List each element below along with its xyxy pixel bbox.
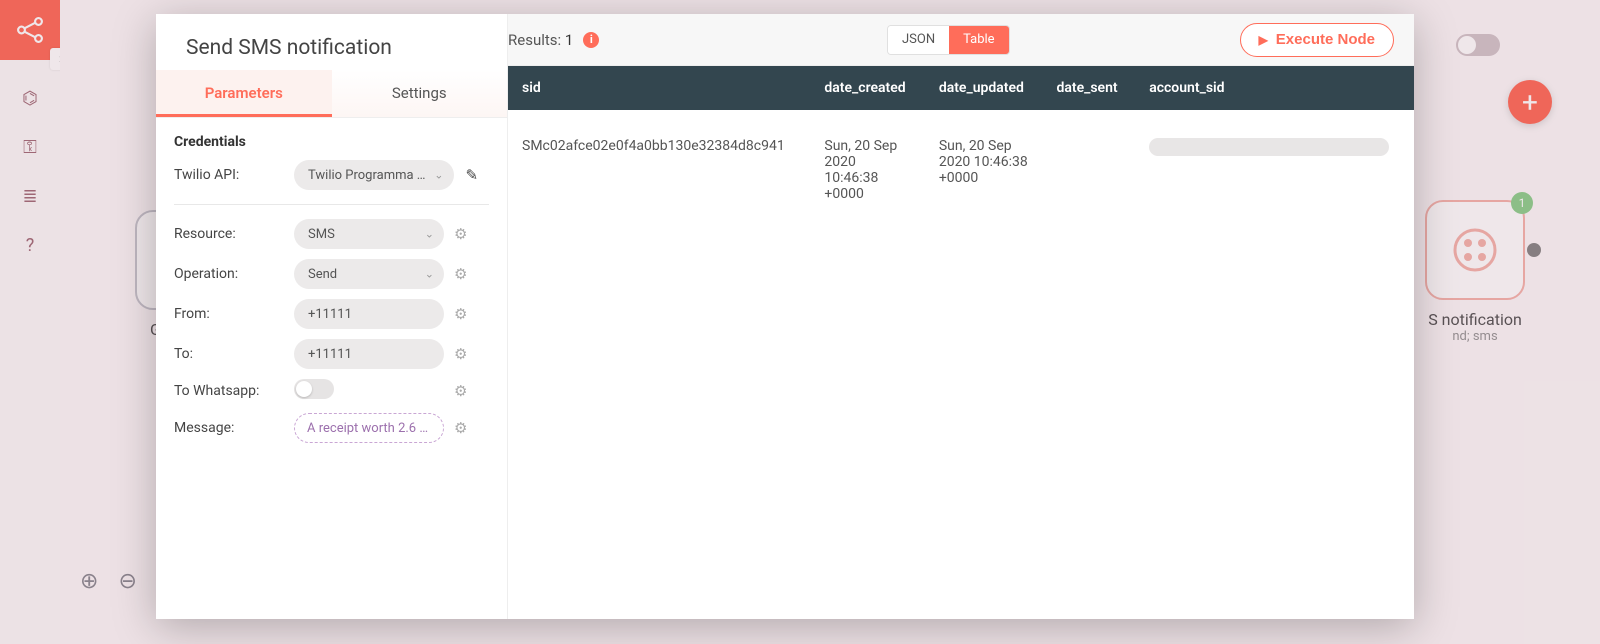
sidebar-help-icon[interactable]: ? — [26, 235, 35, 256]
th-date-created: date_created — [810, 66, 924, 110]
th-account-sid: account_sid — [1135, 66, 1414, 110]
play-icon: ▶ — [1259, 33, 1268, 47]
execute-label: Execute Node — [1276, 31, 1375, 48]
node-success-badge: 1 — [1511, 192, 1533, 214]
from-value: +11111 — [308, 307, 352, 322]
towhatsapp-toggle[interactable] — [294, 379, 334, 399]
results-info-icon[interactable]: i — [583, 32, 599, 48]
results-count: 1 — [565, 31, 573, 49]
zoom-in-icon[interactable]: ⊕ — [80, 569, 98, 594]
th-date-sent: date_sent — [1042, 66, 1135, 110]
param-to-row: To: +11111 ⚙ — [174, 339, 489, 369]
parameters-panel: Credentials Twilio API: Twilio Programma… — [156, 118, 507, 453]
message-expression-input[interactable]: A receipt worth 2.6 … — [294, 413, 444, 443]
param-resource-row: Resource: SMS ⌄ ⚙ — [174, 219, 489, 249]
modal-right-panel: Results: 1 i JSON Table ▶ Execute Node s… — [508, 14, 1414, 619]
operation-select[interactable]: Send ⌄ — [294, 259, 444, 289]
chevron-down-icon: ⌄ — [434, 169, 443, 182]
resource-select[interactable]: SMS ⌄ — [294, 219, 444, 249]
edit-credential-icon[interactable]: ✎ — [466, 166, 479, 184]
param-label: To Whatsapp: — [174, 383, 294, 399]
tab-parameters[interactable]: Parameters — [156, 70, 332, 117]
th-date-updated: date_updated — [925, 66, 1043, 110]
table-row: SMc02afce02e0f4a0bb130e32384d8c941 Sun, … — [508, 110, 1414, 230]
modal-title: Send SMS notification — [156, 14, 507, 70]
param-message-row: Message: A receipt worth 2.6 … ⚙ — [174, 413, 489, 443]
to-value: +11111 — [308, 347, 352, 362]
node-editor-modal: ✕ Send SMS notification Parameters Setti… — [156, 14, 1414, 619]
cell-account-sid — [1135, 110, 1414, 230]
view-switch: JSON Table — [887, 25, 1010, 55]
credential-row: Twilio API: Twilio Programma … ⌄ ✎ — [174, 160, 489, 190]
from-input[interactable]: +11111 — [294, 299, 444, 329]
divider — [174, 204, 489, 205]
results-label-text: Results: — [508, 31, 561, 49]
to-input[interactable]: +11111 — [294, 339, 444, 369]
results-table: sid date_created date_updated date_sent … — [508, 66, 1414, 230]
param-from-row: From: +11111 ⚙ — [174, 299, 489, 329]
cell-date-created: Sun, 20 Sep 2020 10:46:38 +0000 — [810, 110, 924, 230]
credential-select[interactable]: Twilio Programma … ⌄ — [294, 160, 454, 190]
param-options-icon[interactable]: ⚙ — [454, 225, 467, 243]
app-logo: › — [0, 0, 60, 60]
operation-value: Send — [308, 267, 337, 282]
add-node-button[interactable]: + — [1508, 80, 1552, 124]
param-label: Message: — [174, 420, 294, 436]
credential-value: Twilio Programma … — [308, 168, 426, 183]
view-json-button[interactable]: JSON — [888, 26, 949, 54]
param-options-icon[interactable]: ⚙ — [454, 265, 467, 283]
param-label: From: — [174, 306, 294, 322]
param-towhatsapp-row: To Whatsapp: ⚙ — [174, 379, 489, 403]
tab-settings[interactable]: Settings — [332, 70, 508, 117]
node-title: S notification — [1400, 310, 1550, 329]
cell-date-sent — [1042, 110, 1135, 230]
modal-tabs: Parameters Settings — [156, 70, 507, 118]
param-label: To: — [174, 346, 294, 362]
sidebar-tasks-icon[interactable]: ≣ — [22, 186, 37, 207]
cell-sid: SMc02afce02e0f4a0bb130e32384d8c941 — [508, 110, 810, 230]
canvas-node-right[interactable]: 1 S notification nd; sms — [1400, 200, 1550, 344]
results-label: Results: 1 — [508, 31, 573, 49]
sidebar-key-icon[interactable]: ⚿ — [23, 137, 37, 158]
zoom-controls: ⊕ ⊖ — [80, 569, 137, 594]
credentials-section-label: Credentials — [174, 134, 489, 150]
chevron-down-icon: ⌄ — [425, 268, 434, 281]
account-sid-redacted — [1149, 138, 1389, 156]
results-bar: Results: 1 i JSON Table ▶ Execute Node — [508, 14, 1414, 66]
node-subtitle: nd; sms — [1400, 329, 1550, 344]
node-shape: 1 — [1425, 200, 1525, 300]
chevron-down-icon: ⌄ — [425, 228, 434, 241]
resource-value: SMS — [308, 227, 335, 242]
th-sid: sid — [508, 66, 810, 110]
modal-left-panel: Send SMS notification Parameters Setting… — [156, 14, 508, 619]
logo-icon — [13, 13, 47, 47]
param-label: Resource: — [174, 226, 294, 242]
param-operation-row: Operation: Send ⌄ ⚙ — [174, 259, 489, 289]
param-options-icon[interactable]: ⚙ — [454, 305, 467, 323]
param-options-icon[interactable]: ⚙ — [454, 419, 467, 437]
node-output-port[interactable] — [1527, 243, 1541, 257]
credential-label: Twilio API: — [174, 167, 294, 183]
execute-node-button[interactable]: ▶ Execute Node — [1240, 23, 1394, 57]
cell-date-updated: Sun, 20 Sep 2020 10:46:38 +0000 — [925, 110, 1043, 230]
view-table-button[interactable]: Table — [949, 26, 1008, 54]
twilio-icon — [1452, 227, 1498, 273]
message-value: A receipt worth 2.6 … — [307, 421, 428, 436]
param-options-icon[interactable]: ⚙ — [454, 345, 467, 363]
param-options-icon[interactable]: ⚙ — [454, 382, 467, 400]
sidebar-workflow-icon[interactable]: ⌬ — [22, 88, 38, 109]
param-label: Operation: — [174, 266, 294, 282]
results-table-wrap: sid date_created date_updated date_sent … — [508, 66, 1414, 619]
workflow-active-toggle[interactable] — [1456, 34, 1500, 56]
app-sidebar: › ⌬ ⚿ ≣ ? — [0, 0, 60, 644]
zoom-out-icon[interactable]: ⊖ — [118, 569, 136, 594]
